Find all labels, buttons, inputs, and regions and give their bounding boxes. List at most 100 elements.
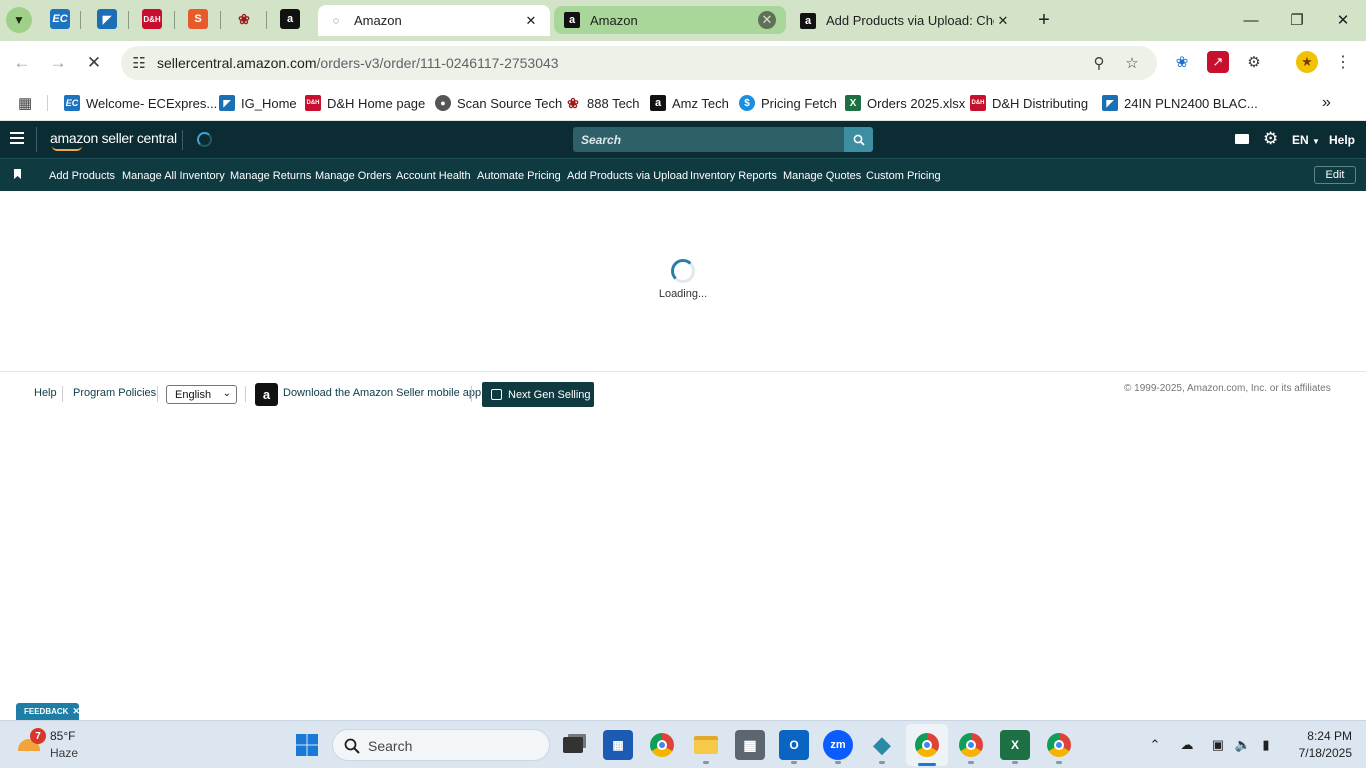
onedrive-offline-icon[interactable]: ☁ [1177,735,1197,755]
zoom-magnifier-icon[interactable]: ⚲ [1087,51,1111,75]
pinned-tab-dh-icon[interactable]: D&H [142,9,162,29]
bookmark-label: D&H Home page [327,95,426,111]
show-hidden-icons-chevron-icon[interactable]: ⌃ [1145,735,1165,755]
chrome-profile-1-icon[interactable] [912,730,942,760]
edit-nav-button[interactable]: Edit [1314,166,1356,184]
tab-add-products-upload[interactable]: a Add Products via Upload: Check ✕ [790,5,1022,36]
zoom-app-icon[interactable]: zm [823,730,853,760]
nav-manage-returns[interactable]: Manage Returns [230,170,311,182]
search-button[interactable] [844,127,873,152]
bookmark-scan-source[interactable]: ● Scan Source Tech [435,93,562,113]
search-icon [344,738,360,754]
pinned-tab-888-icon[interactable]: ❀ [234,9,254,29]
excel-icon[interactable]: X [1000,730,1030,760]
battery-icon[interactable]: ▮ [1256,735,1276,755]
amazon-seller-app-icon[interactable]: a [255,383,278,406]
forward-arrow-icon[interactable]: → [44,49,72,77]
bookmark-orders-xlsx[interactable]: X Orders 2025.xlsx [845,93,965,113]
bookmark-ig-home[interactable]: ◤ IG_Home [219,93,297,113]
pinned-tab-s-icon[interactable]: S [188,9,208,29]
calculator-icon[interactable]: ▦ [735,730,765,760]
extensions-puzzle-icon[interactable]: ⚙ [1243,51,1265,73]
nav-custom-pricing[interactable]: Custom Pricing [866,170,941,182]
globe-icon: ● [435,95,451,111]
apps-grid-icon[interactable]: ▦ [18,93,32,113]
nav-inventory-reports[interactable]: Inventory Reports [690,170,777,182]
seller-central-logo[interactable]: amazon seller central [50,130,177,146]
nav-add-products-via-upload[interactable]: Add Products via Upload [567,170,688,182]
volume-icon[interactable]: 🔈 [1233,735,1253,755]
address-bar[interactable]: ☷ sellercentral.amazon.com/orders-v3/ord… [121,46,1157,80]
nav-manage-quotes[interactable]: Manage Quotes [783,170,861,182]
bookmark-amz-tech[interactable]: a Amz Tech [650,93,729,113]
pinned-tab-amazon-icon[interactable]: a [280,9,300,29]
hamburger-menu-icon[interactable] [10,132,24,144]
clock-time[interactable]: 8:24 PM [1290,729,1352,743]
tab-amazon-active[interactable]: ◌ Amazon ✕ [318,5,550,36]
weather-widget[interactable]: 7 [16,728,46,757]
nav-manage-orders[interactable]: Manage Orders [315,170,391,182]
footer-program-policies-link[interactable]: Program Policies [73,387,156,399]
chrome-profile-2-icon[interactable] [956,730,986,760]
new-tab-plus-icon[interactable]: + [1032,8,1056,32]
chrome-icon[interactable] [647,730,677,760]
restore-icon[interactable]: ❐ [1282,6,1312,34]
bookmark-flag-icon[interactable] [14,169,21,179]
diamond-app-icon[interactable]: ◆ [867,730,897,760]
close-window-icon[interactable]: ✕ [1328,6,1358,34]
tab-amazon-highlighted[interactable]: a Amazon ✕ [554,6,786,34]
footer-language-select[interactable]: English ⌄ [166,385,237,404]
close-tab-icon[interactable]: ✕ [522,12,540,30]
nav-account-health[interactable]: Account Health [396,170,471,182]
mail-icon[interactable] [1235,134,1249,144]
feedback-button[interactable]: FEEDBACK ✕ [16,703,80,720]
more-bookmarks-chevron-icon[interactable]: » [1322,93,1331,113]
settings-gear-icon[interactable]: ⚙ [1263,129,1278,149]
network-icon[interactable]: ▣ [1208,735,1228,755]
footer-help-link[interactable]: Help [34,387,57,399]
tab-search-chevron-icon[interactable]: ▼ [6,7,32,33]
language-selector[interactable]: EN ▼ [1292,133,1320,147]
close-tab-icon[interactable]: ✕ [994,12,1012,30]
download-app-link[interactable]: Download the Amazon Seller mobile app [283,387,481,399]
bookmark-pricing-fetch[interactable]: $ Pricing Fetch [739,93,837,113]
minimize-icon[interactable]: — [1236,6,1266,34]
extension-blue-icon[interactable]: ❀ [1171,51,1193,73]
nav-manage-all-inventory[interactable]: Manage All Inventory [122,170,225,182]
nav-automate-pricing[interactable]: Automate Pricing [477,170,561,182]
pinned-tab-ingram-icon[interactable]: ◤ [97,9,117,29]
close-feedback-icon[interactable]: ✕ [72,706,80,717]
clock-date[interactable]: 7/18/2025 [1284,746,1352,760]
taskbar-search-box[interactable]: Search [332,729,550,761]
chrome-profile-3-icon[interactable] [1044,730,1074,760]
back-arrow-icon[interactable]: ← [8,49,36,77]
pinned-tab-ec-icon[interactable]: EC [50,9,70,29]
bookmark-24in-pln2400[interactable]: ◤ 24IN PLN2400 BLAC... [1102,93,1258,113]
bookmark-star-icon[interactable]: ☆ [1120,51,1144,75]
outlook-icon[interactable]: O [779,730,809,760]
url-text[interactable]: sellercentral.amazon.com/orders-v3/order… [157,55,559,71]
close-tab-icon[interactable]: ✕ [758,11,776,29]
seller-search-input[interactable]: Search [573,127,844,152]
windows-start-icon[interactable] [292,730,322,760]
extension-pdf-icon[interactable]: ↗ [1207,51,1229,73]
browser-menu-icon[interactable]: ⋮ [1332,51,1354,73]
bookmark-ecexpress[interactable]: EC Welcome- ECExpres... [64,93,217,113]
file-explorer-icon[interactable] [691,730,721,760]
stop-loading-icon[interactable]: ✕ [80,49,108,77]
footer-divider [157,386,158,402]
dh-logo-icon: D&H [305,95,321,111]
nav-add-products[interactable]: Add Products [49,170,115,182]
bookmark-dh-home[interactable]: D&H D&H Home page [305,93,425,113]
task-view-icon[interactable] [558,730,588,760]
external-link-icon [491,389,502,400]
amazon-smile-icon [52,146,82,151]
next-gen-selling-button[interactable]: Next Gen Selling [482,382,594,407]
microsoft-store-icon[interactable]: ▦ [603,730,633,760]
bookmark-dh-distributing[interactable]: D&H D&H Distributing [970,93,1088,113]
bookmark-888-tech[interactable]: ❀ 888 Tech [565,93,639,113]
bookmark-label: Orders 2025.xlsx [867,95,966,111]
help-link[interactable]: Help [1329,133,1355,147]
site-settings-icon[interactable]: ☷ [127,51,151,75]
profile-avatar-icon[interactable]: ★ [1296,51,1318,73]
